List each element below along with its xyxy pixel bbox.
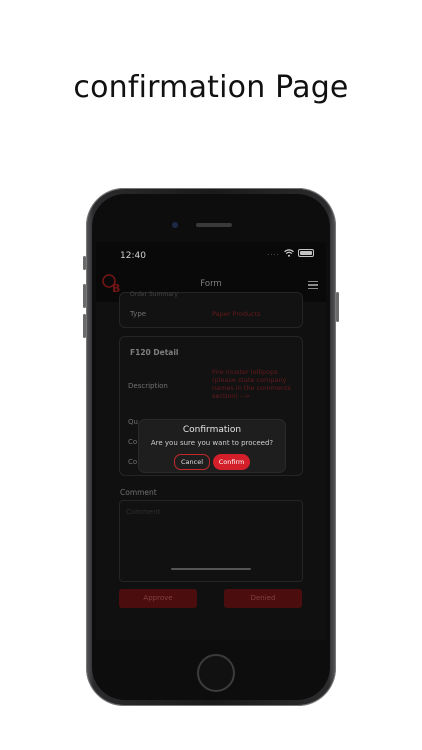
power-button xyxy=(336,292,339,322)
volume-down-button xyxy=(83,314,86,338)
earpiece-speaker xyxy=(196,223,232,227)
confirmation-dialog: Confirmation Are you sure you want to pr… xyxy=(138,419,286,473)
home-indicator xyxy=(171,568,251,570)
mute-switch xyxy=(83,256,86,270)
confirm-button[interactable]: Confirm xyxy=(213,454,250,470)
volume-up-button xyxy=(83,284,86,308)
phone-screen: 12:40 .... B Form Order Summary Type Pap… xyxy=(96,242,326,640)
phone-frame: 12:40 .... B Form Order Summary Type Pap… xyxy=(83,188,339,706)
front-camera-icon xyxy=(172,222,178,228)
home-button[interactable] xyxy=(197,654,235,692)
dialog-title: Confirmation xyxy=(182,425,242,435)
cancel-button[interactable]: Cancel xyxy=(174,454,210,470)
dialog-message: Are you sure you want to proceed? xyxy=(150,439,274,447)
page-headline: confirmation Page xyxy=(73,70,349,105)
